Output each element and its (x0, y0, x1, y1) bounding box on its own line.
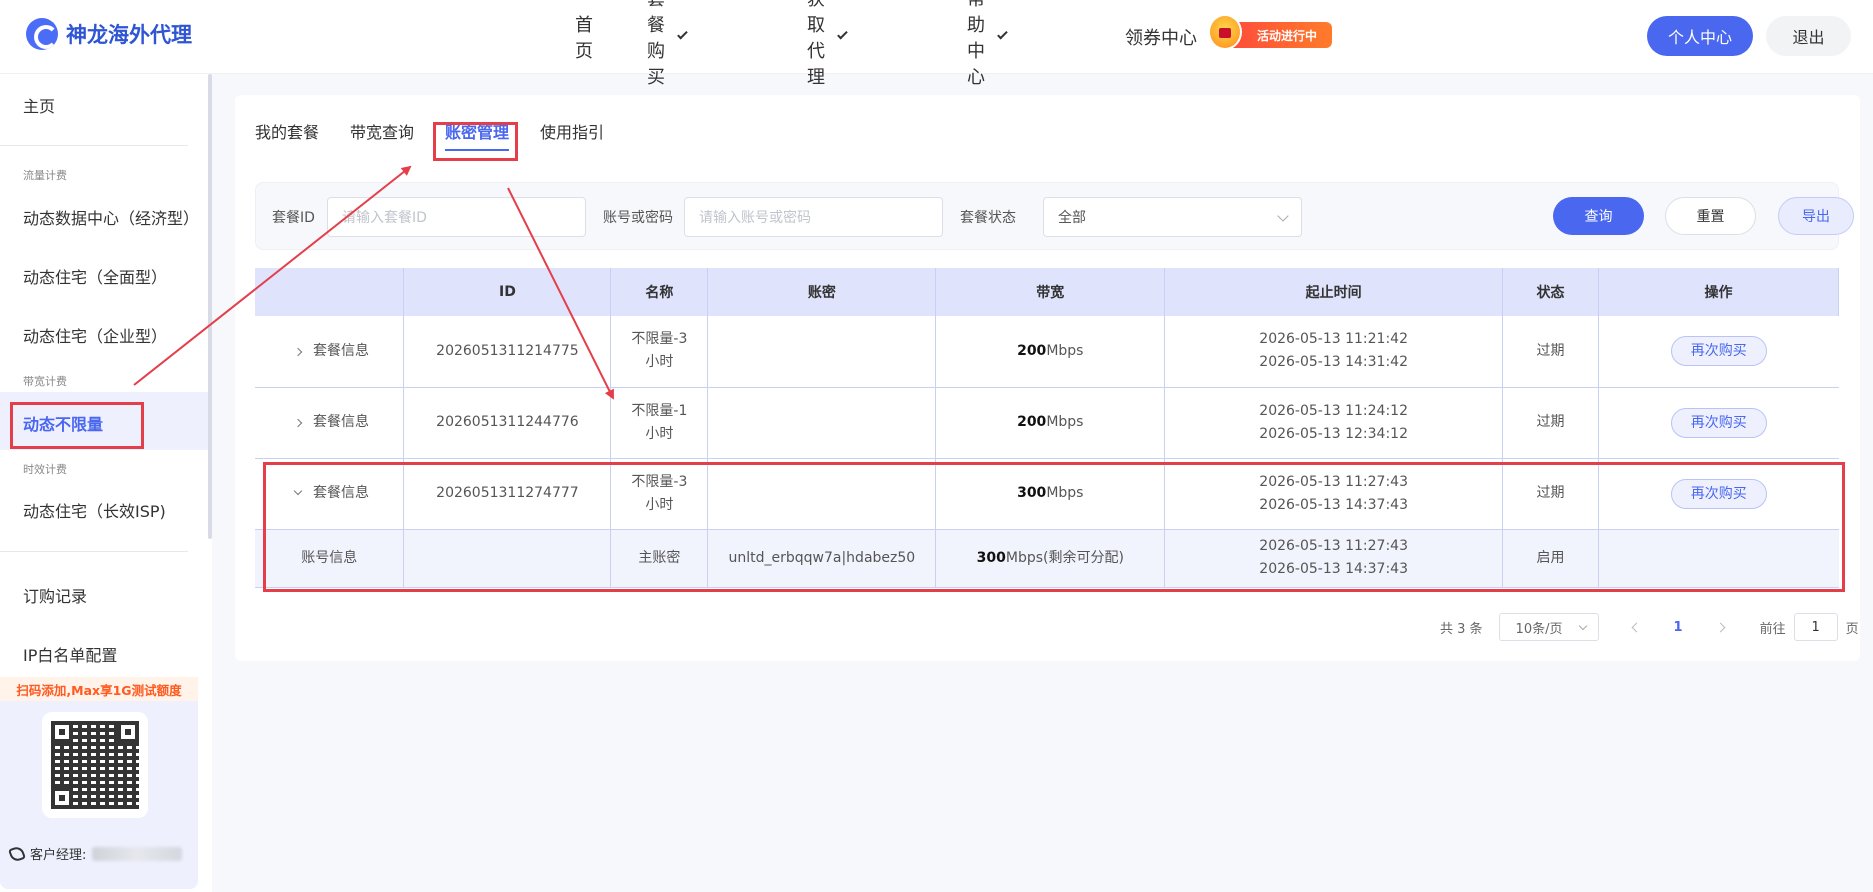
phone-icon (8, 844, 26, 863)
nav-coupons[interactable]: 领券中心 (1125, 24, 1197, 50)
sidebar-item-residential-isp[interactable]: 动态住宅（长效ISP) (23, 498, 166, 522)
status-cell: 过期 (1502, 316, 1600, 388)
rebuy-button[interactable]: 再次购买 (1670, 407, 1767, 438)
action-cell: 再次购买 (1598, 387, 1839, 459)
sidebar-item-dynamic-center[interactable]: 动态数据中心（经济型） (23, 205, 199, 229)
table-row: 套餐信息 2026051311244776 不限量-1小时 200Mbps 20… (255, 387, 1839, 459)
highlight-tab-box (433, 122, 518, 161)
chevron-right-icon (293, 347, 303, 356)
bandwidth-cell: 200Mbps (935, 316, 1166, 388)
column-header: ID (403, 268, 612, 316)
account-manager: 客户经理: (8, 844, 183, 863)
chevron-right-icon (293, 418, 303, 428)
top-navbar: 神龙海外代理 首页 套餐购买 获取代理 帮助中心 领券中心 活动进行中 个人中心… (0, 0, 1873, 88)
gift-icon (1208, 14, 1242, 50)
goto-label: 前往 (1759, 621, 1786, 637)
promo-card-text: 扫码添加,Max享1G测试额度 (0, 677, 198, 701)
column-header: 状态 (1502, 268, 1600, 316)
tab-bar: 我的套餐 带宽查询 账密管理 使用指引 (255, 119, 604, 151)
sidebar-group-time: 时效计费 (23, 463, 67, 476)
account-label: 账号或密码 (603, 210, 673, 226)
chevron-down-icon (1578, 621, 1587, 631)
logo-icon (26, 18, 58, 50)
bandwidth-cell: 200Mbps (935, 387, 1166, 459)
table-row: 套餐信息 2026051311214775 不限量-3小时 200Mbps 20… (255, 316, 1839, 388)
next-page-icon[interactable] (1715, 622, 1726, 632)
chevron-down-icon (997, 28, 1008, 40)
sidebar-item-residential-enterprise[interactable]: 动态住宅（企业型） (23, 323, 167, 347)
goto-page-input[interactable]: 1 (1793, 613, 1838, 641)
chevron-down-icon (1277, 210, 1289, 222)
blurred-contact (92, 846, 183, 861)
time-range: 2026-05-13 11:21:42 2026-05-13 14:31:42 (1164, 316, 1504, 388)
rebuy-button[interactable]: 再次购买 (1670, 336, 1767, 367)
logout-button[interactable]: 退出 (1766, 16, 1851, 56)
pagination: 共 3 条 10条/页 1 前往 1 页 (1440, 613, 1859, 641)
status-select[interactable]: 全部 (1043, 197, 1302, 237)
account-input[interactable]: 请输入账号或密码 (684, 197, 943, 237)
chevron-down-icon (837, 28, 848, 40)
sidebar: 主页 流量计费 动态数据中心（经济型） 动态住宅（全面型） 动态住宅（企业型） … (0, 74, 212, 892)
table-header: ID 名称 账密 带宽 起止时间 状态 操作 (255, 268, 1839, 316)
status-label: 套餐状态 (960, 210, 1016, 226)
column-header: 带宽 (935, 268, 1166, 316)
column-header: 操作 (1598, 268, 1839, 316)
divider (0, 551, 188, 552)
page-suffix: 页 (1845, 621, 1859, 637)
sidebar-group-bandwidth: 带宽计费 (23, 375, 67, 388)
divider (0, 145, 188, 146)
package-id: 2026051311244776 (403, 387, 612, 459)
promo-badge: 活动进行中 (1226, 22, 1332, 48)
qr-code-icon (51, 721, 139, 809)
page-size-select[interactable]: 10条/页 (1498, 613, 1599, 641)
filter-bar: 套餐ID 请输入套餐ID 账号或密码 请输入账号或密码 套餐状态 全部 查询 重… (255, 182, 1854, 250)
user-center-button[interactable]: 个人中心 (1647, 16, 1753, 56)
column-header: 起止时间 (1164, 268, 1504, 316)
column-header (255, 268, 405, 316)
nav-home[interactable]: 首页 (575, 11, 593, 63)
package-name: 不限量-3小时 (610, 316, 709, 388)
sidebar-item-home[interactable]: 主页 (23, 93, 55, 117)
sidebar-group-traffic: 流量计费 (23, 169, 67, 182)
column-header: 账密 (707, 268, 937, 316)
status-cell: 过期 (1502, 387, 1600, 459)
time-range: 2026-05-13 11:24:12 2026-05-13 12:34:12 (1164, 387, 1504, 459)
sidebar-item-ip-whitelist[interactable]: IP白名单配置 (23, 642, 117, 666)
chevron-down-icon (677, 28, 688, 40)
page-number[interactable]: 1 (1674, 620, 1683, 635)
action-cell: 再次购买 (1598, 316, 1839, 388)
sidebar-item-residential-full[interactable]: 动态住宅（全面型） (23, 264, 167, 288)
tab-usage-guide[interactable]: 使用指引 (540, 119, 604, 151)
nav-help[interactable]: 帮助中心 (967, 0, 1008, 89)
package-id-input[interactable]: 请输入套餐ID (327, 197, 586, 237)
tab-my-packages[interactable]: 我的套餐 (255, 119, 319, 151)
sidebar-scrollbar[interactable] (208, 74, 212, 539)
promo-card: 扫码添加,Max享1G测试额度 客户经理: (0, 677, 198, 889)
column-header: 名称 (610, 268, 709, 316)
package-name: 不限量-1小时 (610, 387, 709, 459)
highlight-sidebar-box (10, 402, 144, 449)
account-cell (707, 316, 937, 388)
tab-bandwidth-query[interactable]: 带宽查询 (350, 119, 414, 151)
query-button[interactable]: 查询 (1553, 197, 1644, 235)
qr-code (42, 712, 148, 818)
package-id-label: 套餐ID (272, 210, 315, 226)
prev-page-icon[interactable] (1631, 622, 1641, 632)
brand-name: 神龙海外代理 (66, 23, 192, 47)
package-id: 2026051311214775 (403, 316, 612, 388)
sidebar-item-orders[interactable]: 订购记录 (23, 583, 87, 607)
expand-toggle[interactable]: 套餐信息 (255, 387, 405, 459)
reset-button[interactable]: 重置 (1665, 197, 1756, 235)
export-button[interactable]: 导出 (1778, 197, 1854, 235)
account-cell (707, 387, 937, 459)
nav-packages[interactable]: 套餐购买 (647, 0, 688, 89)
expand-toggle[interactable]: 套餐信息 (255, 316, 405, 388)
promo-activity[interactable]: 活动进行中 (1208, 14, 1332, 52)
brand-logo[interactable]: 神龙海外代理 (26, 18, 192, 50)
highlight-row-box (263, 462, 1845, 592)
nav-get-proxy[interactable]: 获取代理 (807, 0, 848, 89)
total-count: 共 3 条 (1440, 621, 1483, 637)
